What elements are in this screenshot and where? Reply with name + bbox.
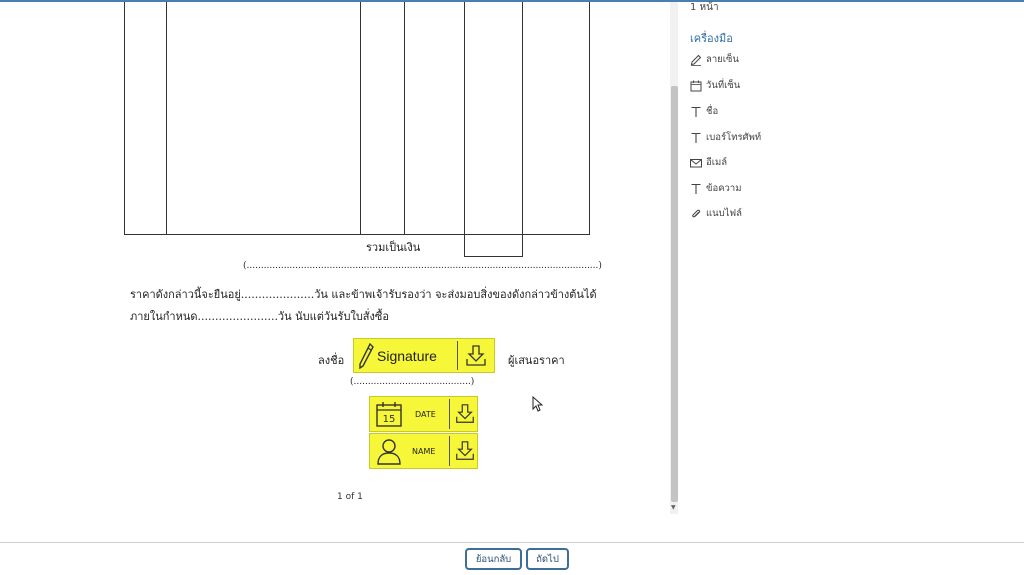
tool-sign-date[interactable]: วันที่เซ็น	[690, 78, 740, 93]
calendar-icon: 15	[375, 400, 403, 432]
back-button[interactable]: ย้อนกลับ	[465, 548, 522, 570]
tool-name[interactable]: ชื่อ	[690, 104, 718, 119]
tool-signature[interactable]: ลายเซ็น	[690, 52, 739, 67]
sign-label: ลงชื่อ	[318, 354, 345, 367]
tool-text[interactable]: ข้อความ	[690, 181, 742, 196]
table-line	[360, 2, 361, 235]
table-line	[124, 234, 590, 235]
text-icon	[690, 132, 702, 144]
field-divider	[449, 436, 450, 466]
tool-attach-file[interactable]: แนบไฟล์	[690, 206, 742, 221]
table-line	[464, 2, 465, 257]
delivery-text: ภายในกำหนด.......................วัน นับ…	[130, 310, 389, 323]
tool-label: ข้อความ	[706, 183, 742, 194]
calendar-day: 15	[383, 414, 396, 425]
page-indicator: 1 of 1	[337, 492, 363, 502]
tool-label: ลายเซ็น	[706, 54, 739, 65]
tool-label: ชื่อ	[706, 106, 719, 117]
name-field[interactable]: NAME	[369, 433, 478, 469]
signature-field[interactable]: Signature	[353, 338, 495, 373]
table-line	[166, 2, 167, 235]
text-icon	[690, 183, 702, 195]
download-icon[interactable]	[454, 440, 476, 466]
tool-email[interactable]: อีเมล์	[690, 155, 727, 170]
next-button[interactable]: ถัดไป	[526, 548, 569, 570]
total-label: รวมเป็นเงิน	[366, 241, 421, 254]
date-field-label: DATE	[415, 410, 436, 419]
table-line	[464, 256, 523, 257]
field-divider	[449, 399, 450, 429]
signature-field-label: Signature	[377, 348, 437, 364]
person-icon	[375, 437, 403, 469]
download-icon[interactable]	[454, 403, 476, 429]
tool-phone[interactable]: เบอร์โทรศัพท์	[690, 130, 761, 145]
date-field[interactable]: 15 DATE	[369, 396, 478, 432]
amount-words-line: (.......................................…	[243, 261, 602, 271]
mail-icon	[690, 157, 702, 169]
tool-label: วันที่เซ็น	[706, 80, 741, 91]
table-line	[522, 2, 523, 257]
tool-label: แนบไฟล์	[706, 208, 742, 219]
pen-icon	[358, 342, 374, 374]
table-line	[589, 2, 590, 235]
calendar-icon	[690, 80, 702, 92]
table-line	[124, 2, 125, 235]
tool-label: อีเมล์	[706, 157, 728, 168]
text-icon	[690, 106, 702, 118]
page-count: 1 หน้า	[690, 2, 719, 13]
table-line	[404, 2, 405, 235]
document-viewer[interactable]: รวมเป็นเงิน (...........................…	[0, 2, 680, 514]
field-divider	[457, 341, 458, 370]
scroll-down-arrow-icon[interactable]: ▼	[671, 504, 676, 511]
pencil-icon	[690, 54, 702, 66]
signer-role: ผู้เสนอราคา	[508, 354, 565, 367]
name-field-label: NAME	[412, 447, 436, 456]
validity-text: ราคาดังกล่าวนี้จะยืนอยู่................…	[130, 288, 597, 301]
scrollbar-thumb[interactable]	[671, 86, 678, 502]
download-icon[interactable]	[464, 344, 488, 372]
tools-title: เครื่องมือ	[690, 32, 733, 45]
paperclip-icon	[690, 208, 702, 220]
mouse-cursor-icon	[532, 395, 544, 416]
tool-label: เบอร์โทรศัพท์	[706, 132, 762, 143]
signer-name-line: (.......................................…	[350, 377, 475, 387]
